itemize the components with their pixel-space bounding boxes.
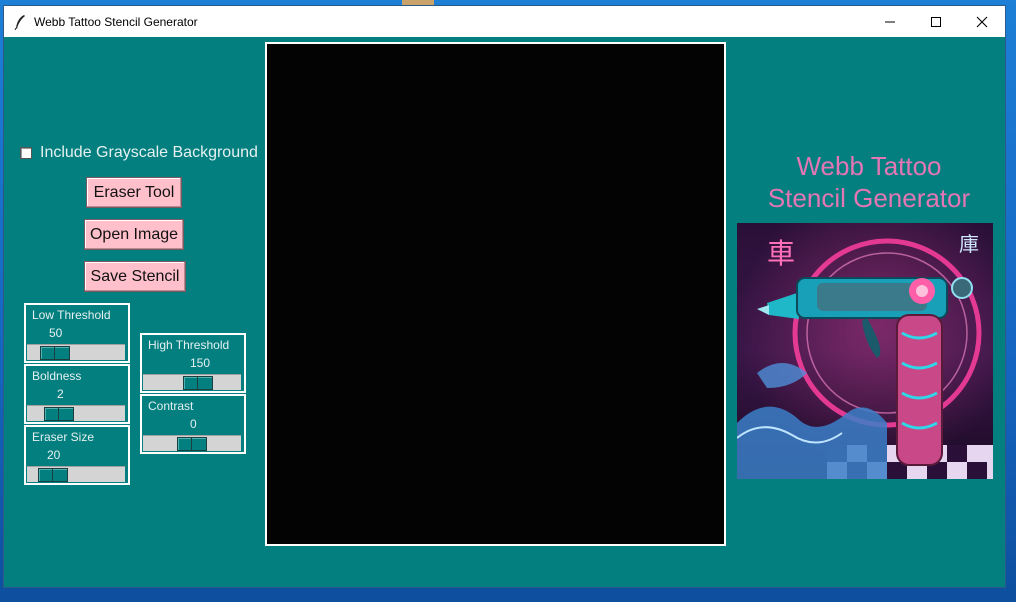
- contrast-thumb[interactable]: [177, 437, 207, 451]
- high-threshold-value: 150: [190, 356, 211, 370]
- low-threshold-slider-box: Low Threshold 50: [24, 303, 130, 363]
- brand-title-line1: Webb Tattoo: [796, 151, 942, 181]
- window-title: Webb Tattoo Stencil Generator: [34, 14, 198, 29]
- high-threshold-slider-box: High Threshold 150: [140, 333, 246, 393]
- client-area: Include Grayscale Background Eraser Tool…: [4, 37, 1005, 587]
- high-threshold-label: High Threshold: [148, 338, 230, 352]
- minimize-button[interactable]: [867, 6, 913, 37]
- feather-icon: [14, 14, 25, 30]
- minimize-icon: [885, 21, 895, 22]
- brand-title: Webb Tattoo Stencil Generator: [744, 150, 994, 214]
- boldness-thumb[interactable]: [44, 407, 74, 421]
- eraser-size-slider[interactable]: [27, 466, 125, 482]
- svg-text:庫: 庫: [959, 232, 979, 256]
- title-bar[interactable]: Webb Tattoo Stencil Generator: [4, 6, 1005, 37]
- brand-title-line2: Stencil Generator: [767, 183, 971, 213]
- tattoo-machine-artwork: 車 庫: [737, 223, 993, 479]
- low-threshold-slider[interactable]: [27, 344, 125, 360]
- close-button[interactable]: [959, 6, 1005, 37]
- high-threshold-thumb[interactable]: [183, 376, 213, 390]
- boldness-label: Boldness: [32, 369, 82, 383]
- eraser-size-label: Eraser Size: [32, 430, 95, 444]
- low-threshold-thumb[interactable]: [40, 346, 70, 360]
- maximize-button[interactable]: [913, 6, 959, 37]
- app-window: Webb Tattoo Stencil Generator Include Gr…: [4, 6, 1005, 587]
- grayscale-checkbox-row[interactable]: Include Grayscale Background: [20, 144, 258, 162]
- contrast-label: Contrast: [148, 399, 194, 413]
- contrast-value: 0: [190, 417, 197, 431]
- stencil-canvas[interactable]: [265, 42, 726, 546]
- grayscale-checkbox[interactable]: [20, 147, 32, 159]
- high-threshold-slider[interactable]: [143, 374, 241, 390]
- svg-text:車: 車: [767, 237, 795, 270]
- grayscale-checkbox-label: Include Grayscale Background: [40, 144, 258, 161]
- boldness-value: 2: [57, 387, 64, 401]
- eraser-size-value: 20: [47, 448, 61, 462]
- boldness-slider-box: Boldness 2: [24, 364, 130, 424]
- close-icon: [976, 16, 988, 27]
- save-stencil-button[interactable]: Save Stencil: [84, 261, 186, 292]
- eraser-size-thumb[interactable]: [38, 468, 68, 482]
- contrast-slider[interactable]: [143, 435, 241, 451]
- maximize-icon: [931, 16, 941, 27]
- boldness-slider[interactable]: [27, 405, 125, 421]
- low-threshold-value: 50: [49, 326, 63, 340]
- eraser-size-slider-box: Eraser Size 20: [24, 425, 130, 485]
- contrast-slider-box: Contrast 0: [140, 394, 246, 454]
- eraser-tool-button[interactable]: Eraser Tool: [86, 177, 182, 208]
- open-image-button[interactable]: Open Image: [84, 219, 184, 250]
- low-threshold-label: Low Threshold: [32, 308, 111, 322]
